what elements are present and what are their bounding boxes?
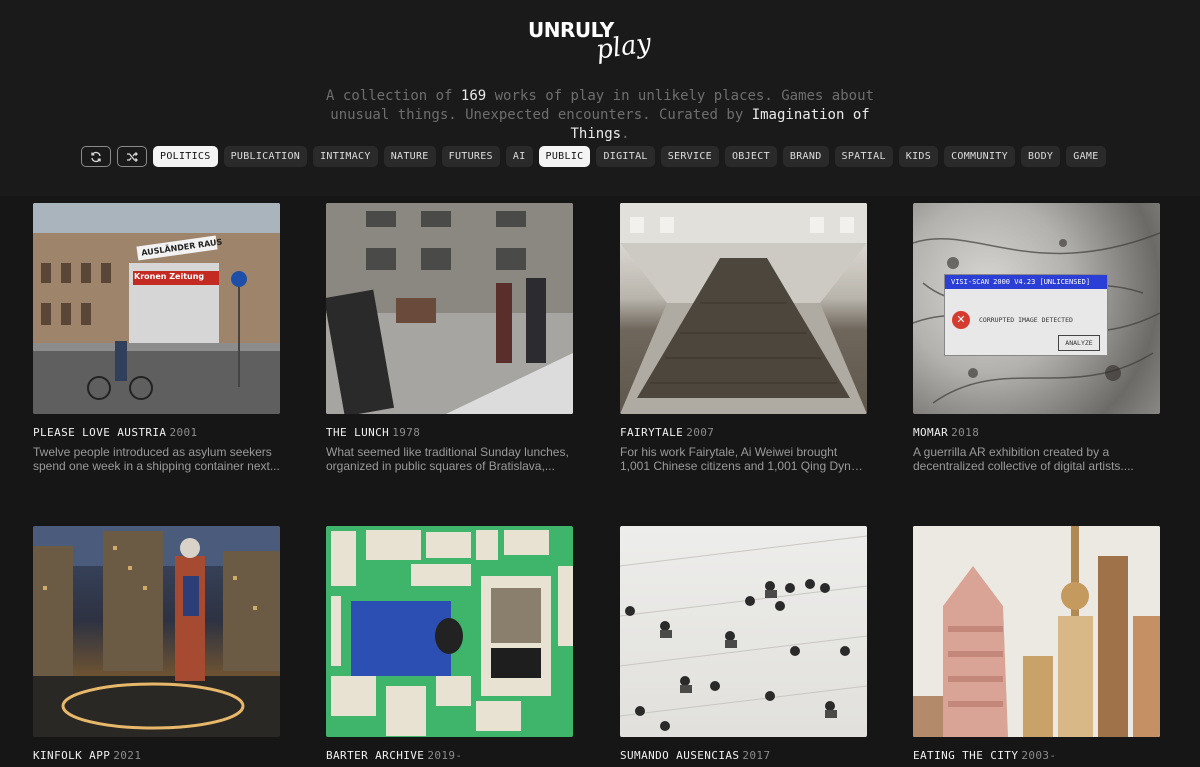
tag-game[interactable]: GAME [1066,146,1106,167]
work-title-row[interactable]: MOMAR 2018 [913,426,1160,439]
image-sign-text: Kronen Zeitung [134,272,205,281]
work-description-line: spend one week in a shipping container n… [33,459,280,473]
tag-body[interactable]: BODY [1020,146,1061,167]
tag-service[interactable]: SERVICE [660,146,719,167]
tag-brand[interactable]: BRAND [782,146,829,167]
shuffle-icon [127,151,138,162]
error-icon: ✕ [952,311,970,329]
site-logo[interactable]: UNRULY play [526,16,676,70]
tag-ai[interactable]: AI [505,146,533,167]
work-year: 2021 [113,749,142,762]
work-title-row[interactable]: BARTER ARCHIVE 2019- [326,749,573,762]
tagline-text: . [621,126,630,142]
work-description-line: Twelve people introduced as asylum seeke… [33,445,272,459]
work-title-row[interactable]: EATING THE CITY 2003- [913,749,1160,762]
shuffle-button[interactable] [117,146,147,167]
tag-public[interactable]: PUBLIC [538,146,591,167]
work-card[interactable]: VISI-SCAN 2000 V4.23 [UNLICENSED] ✕ CORR… [913,203,1160,473]
work-card[interactable]: THE LUNCH 1978 What seemed like tradition… [326,203,573,473]
work-description: For his work Fairytale, Ai Weiwei brough… [620,445,867,473]
work-year: 2007 [686,426,715,439]
tag-futures[interactable]: FUTURES [441,146,500,167]
tag-community[interactable]: COMMUNITY [944,146,1015,167]
work-description: Twelve people introduced as asylum seeke… [33,445,280,473]
work-year: 2017 [742,749,771,762]
work-thumbnail[interactable] [620,203,867,414]
work-title[interactable]: SUMANDO AUSENCIAS [620,749,739,762]
work-thumbnail[interactable] [326,203,573,414]
work-thumbnail[interactable] [913,526,1160,737]
work-thumbnail[interactable] [326,526,573,737]
work-description: A guerrilla AR exhibition created by a de… [913,445,1160,473]
work-thumbnail[interactable]: AUSLÄNDER RAUS Kronen Zeitung [33,203,280,414]
work-title-row[interactable]: KINFOLK APP 2021 [33,749,280,762]
work-description-line: 1,001 Chinese citizens and 1,001 Qing Dy… [620,459,867,473]
site-header: UNRULY play A collection of 169 works of… [0,0,1200,196]
barter-objects-image [331,530,573,736]
work-year: 2019- [427,749,463,762]
tag-publication[interactable]: PUBLICATION [223,146,308,167]
tag-intimacy[interactable]: INTIMACY [313,146,378,167]
filter-bar: POLITICS PUBLICATION INTIMACY NATURE FUT… [81,146,1106,167]
tag-spatial[interactable]: SPATIAL [834,146,893,167]
reset-filters-button[interactable] [81,146,111,167]
work-thumbnail[interactable] [620,526,867,737]
city-night-image [33,526,280,737]
work-title[interactable]: FAIRYTALE [620,426,683,439]
work-description-line: A guerrilla AR exhibition created by a [913,445,1110,459]
tag-kids[interactable]: KIDS [898,146,939,167]
tagline: A collection of 169 works of play in unl… [300,87,900,144]
work-description-line: What seemed like traditional Sunday lunc… [326,445,569,459]
error-dialog: VISI-SCAN 2000 V4.23 [UNLICENSED] ✕ CORR… [944,274,1108,356]
work-card[interactable]: AUSLÄNDER RAUS Kronen Zeitung PLEASE LOV… [33,203,280,473]
work-description-line: organized in public squares of Bratislav… [326,459,555,473]
tag-politics[interactable]: POLITICS [153,146,218,167]
work-card[interactable]: EATING THE CITY 2003- [913,526,1160,762]
chairs-hall-image [620,203,867,414]
work-title-row[interactable]: FAIRYTALE 2007 [620,426,867,439]
work-card[interactable]: SUMANDO AUSENCIAS 2017 [620,526,867,762]
work-year: 2001 [169,426,198,439]
work-title[interactable]: THE LUNCH [326,426,389,439]
tagline-text: A collection of [326,88,461,104]
work-description-line: For his work Fairytale, Ai Weiwei brough… [620,445,838,459]
error-dialog-message: CORRUPTED IMAGE DETECTED [979,316,1073,324]
work-description: What seemed like traditional Sunday lunc… [326,445,573,473]
tag-object[interactable]: OBJECT [724,146,777,167]
work-title[interactable]: EATING THE CITY [913,749,1018,762]
work-title[interactable]: MOMAR [913,426,948,439]
analyze-button[interactable]: ANALYZE [1058,335,1100,351]
works-count: 169 [460,88,487,104]
work-thumbnail[interactable]: VISI-SCAN 2000 V4.23 [UNLICENSED] ✕ CORR… [913,203,1160,414]
work-title[interactable]: KINFOLK APP [33,749,110,762]
people-on-canvas-image [620,535,867,731]
street-scene-image [33,203,280,414]
edible-city-image [913,526,1160,737]
work-title[interactable]: PLEASE LOVE AUSTRIA [33,426,166,439]
work-thumbnail[interactable] [33,526,280,737]
work-title-row[interactable]: PLEASE LOVE AUSTRIA 2001 [33,426,280,439]
work-title-row[interactable]: THE LUNCH 1978 [326,426,573,439]
work-card[interactable]: BARTER ARCHIVE 2019- [326,526,573,762]
lunch-scene-image [326,203,573,414]
work-card[interactable]: FAIRYTALE 2007 For his work Fairytale, Ai… [620,203,867,473]
work-card[interactable]: KINFOLK APP 2021 [33,526,280,762]
work-year: 2003- [1021,749,1057,762]
work-title-row[interactable]: SUMANDO AUSENCIAS 2017 [620,749,867,762]
tag-digital[interactable]: DIGITAL [596,146,655,167]
work-year: 1978 [392,426,421,439]
work-year: 2018 [951,426,980,439]
refresh-icon [91,151,101,162]
tag-nature[interactable]: NATURE [383,146,436,167]
logo-script: play [594,28,653,66]
work-title[interactable]: BARTER ARCHIVE [326,749,424,762]
work-description-line: decentralized collective of digital arti… [913,459,1134,473]
error-dialog-title: VISI-SCAN 2000 V4.23 [UNLICENSED] [945,275,1107,289]
